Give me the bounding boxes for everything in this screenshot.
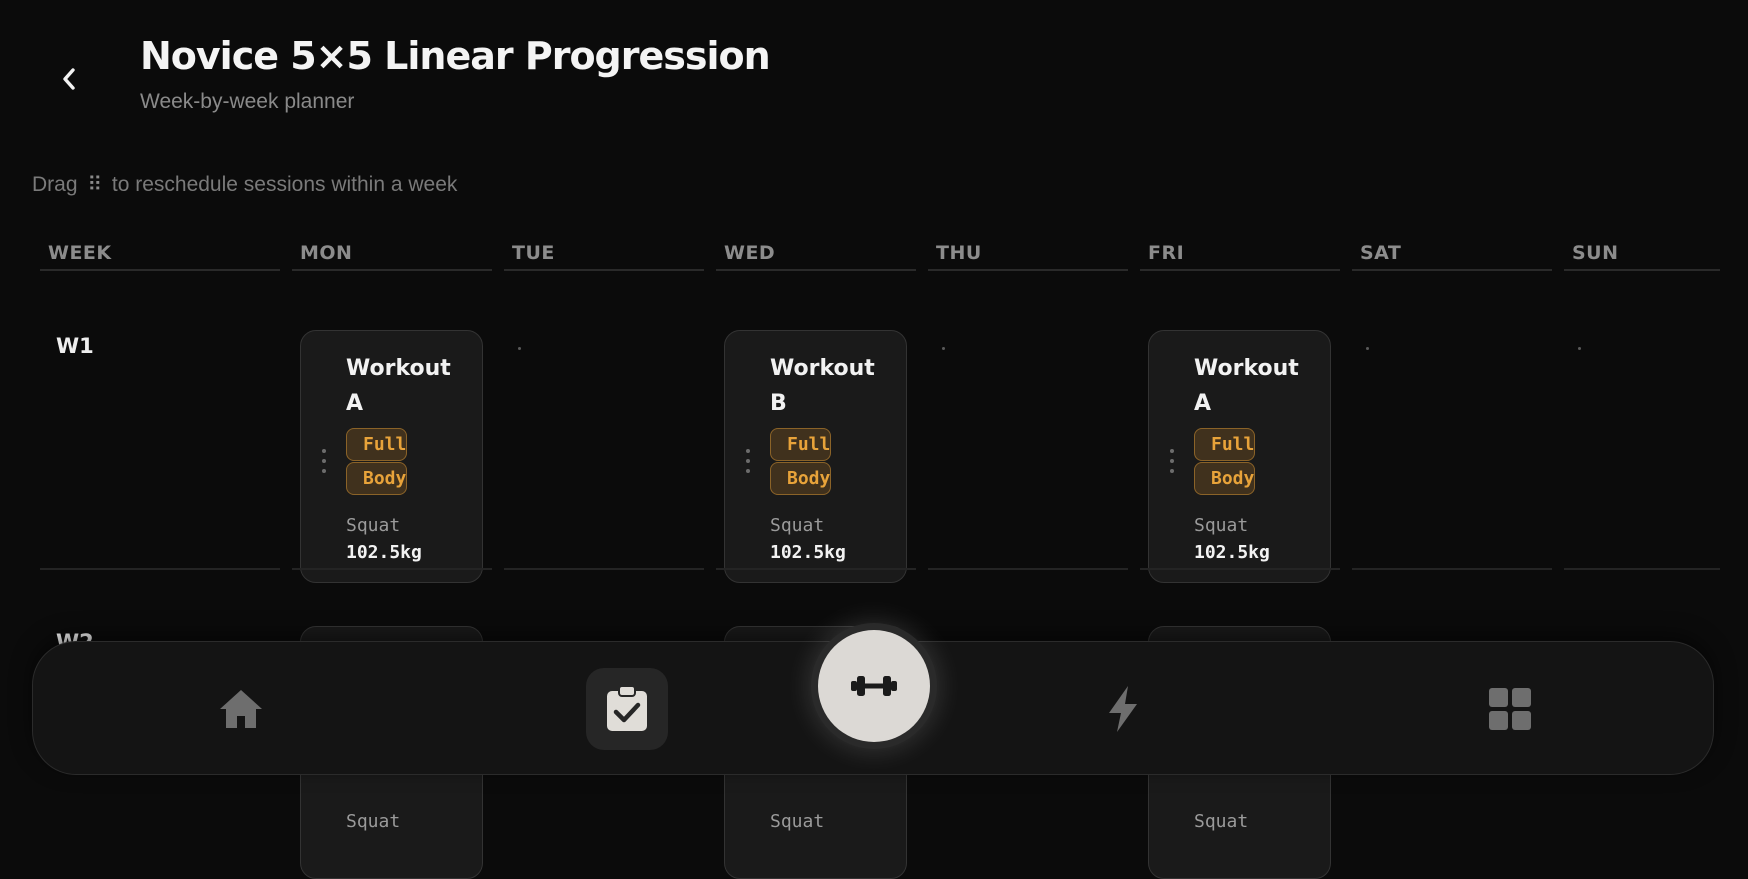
- lift-weight: 102.5kg: [770, 542, 846, 563]
- drag-handle-icon[interactable]: [743, 449, 753, 473]
- empty-day-slot[interactable]: [1578, 347, 1581, 350]
- nav-activity-button[interactable]: [1082, 668, 1164, 750]
- page-subtitle: Week-by-week planner: [140, 90, 355, 113]
- empty-day-slot[interactable]: [1366, 347, 1369, 350]
- session-card[interactable]: Workout B Full Body Squat 102.5kg: [724, 330, 907, 583]
- session-card[interactable]: Workout A Full Body Squat 102.5kg: [300, 330, 483, 583]
- nav-home-button[interactable]: [200, 668, 282, 750]
- row-divider: [1140, 568, 1340, 570]
- drag-hint-after: to reschedule sessions within a week: [111, 173, 458, 196]
- row-divider: [1352, 568, 1552, 570]
- week-row: W1 Workout A Full Body Squat 102.5kg Workout …: [40, 272, 1720, 583]
- back-button[interactable]: [52, 62, 86, 96]
- column-header-sat: SAT: [1352, 236, 1552, 271]
- lift-name: Squat: [1194, 515, 1249, 536]
- column-header-week: WEEK: [40, 236, 280, 271]
- column-header-wed: WED: [716, 236, 916, 271]
- session-title: Workout A: [1194, 356, 1299, 416]
- lift-weight: 102.5kg: [346, 542, 422, 563]
- home-icon: [220, 690, 262, 728]
- column-header-tue: TUE: [504, 236, 704, 271]
- drag-hint: Drag ⠿ to reschedule sessions within a w…: [32, 172, 457, 197]
- row-divider: [928, 568, 1128, 570]
- column-header-thu: THU: [928, 236, 1128, 271]
- lift-name: Squat: [346, 515, 401, 536]
- session-tag-badge: Full Body: [770, 428, 832, 496]
- column-header-sun: SUN: [1564, 236, 1720, 271]
- session-tag-label: Full Body: [770, 428, 832, 495]
- nav-more-button[interactable]: [1469, 668, 1551, 750]
- lightning-icon: [1109, 686, 1137, 732]
- column-header-fri: FRI: [1140, 236, 1340, 271]
- session-tag-badge: Full Body: [346, 428, 408, 496]
- lift-name: Squat: [346, 811, 401, 832]
- empty-day-slot[interactable]: [942, 347, 945, 350]
- page-title: Novice 5×5 Linear Progression: [140, 34, 771, 78]
- lift-name: Squat: [770, 515, 825, 536]
- grip-icon: ⠿: [87, 174, 103, 196]
- column-header-mon: MON: [292, 236, 492, 271]
- session-title: Workout B: [770, 356, 875, 416]
- empty-day-slot[interactable]: [518, 347, 521, 350]
- drag-hint-before: Drag: [32, 173, 78, 196]
- dumbbell-icon: [851, 676, 897, 696]
- drag-handle-icon[interactable]: [1167, 449, 1177, 473]
- start-workout-button[interactable]: [818, 630, 930, 742]
- session-title: Workout A: [346, 356, 451, 416]
- lift-weight: 102.5kg: [1194, 542, 1270, 563]
- row-divider: [292, 568, 492, 570]
- session-tag-label: Full Body: [346, 428, 408, 495]
- session-card[interactable]: Workout A Full Body Squat 102.5kg: [1148, 330, 1331, 583]
- lift-name: Squat: [1194, 811, 1249, 832]
- week-label: W1: [56, 334, 94, 358]
- nav-plans-button[interactable]: [586, 668, 668, 750]
- lift-name: Squat: [770, 811, 825, 832]
- week-planner-grid: WEEK MON TUE WED THU FRI SAT SUN W1 Workout A Ful…: [40, 236, 1720, 879]
- chevron-left-icon: [63, 68, 75, 90]
- row-divider: [716, 568, 916, 570]
- grid-icon: [1489, 688, 1531, 730]
- row-divider: [1564, 568, 1720, 570]
- column-header-row: WEEK MON TUE WED THU FRI SAT SUN: [40, 236, 1720, 272]
- row-divider: [40, 568, 280, 570]
- row-divider: [504, 568, 704, 570]
- drag-handle-icon[interactable]: [319, 449, 329, 473]
- clipboard-check-icon: [607, 685, 647, 731]
- session-tag-label: Full Body: [1194, 428, 1256, 495]
- session-tag-badge: Full Body: [1194, 428, 1256, 496]
